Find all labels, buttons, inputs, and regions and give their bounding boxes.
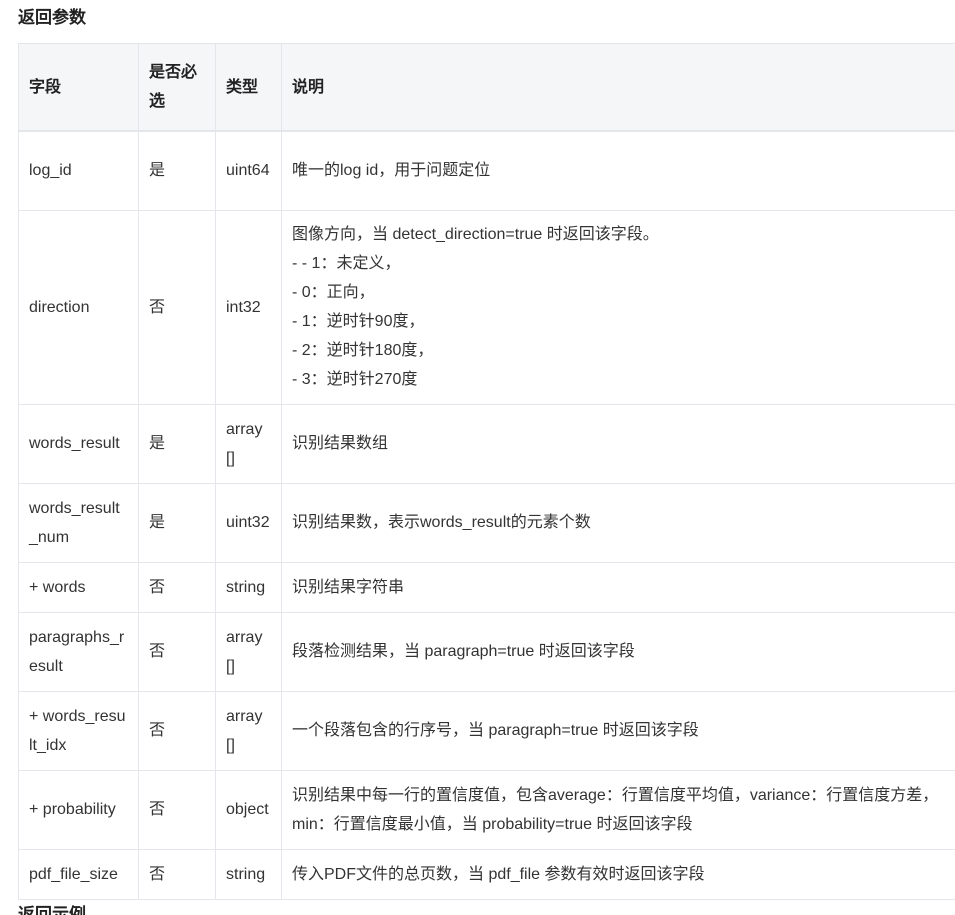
cell-description: 识别结果数，表示words_result的元素个数 (281, 482, 955, 563)
cell-type: array[] (215, 690, 282, 771)
cell-required: 是 (138, 403, 216, 484)
cell-field: words_result (18, 403, 139, 484)
cell-required: 否 (138, 690, 216, 771)
table-row: + words 否 string 识别结果字符串 (18, 561, 955, 613)
cell-required: 否 (138, 561, 216, 613)
cell-description: 段落检测结果，当 paragraph=true 时返回该字段 (281, 611, 955, 692)
table-row: direction 否 int32 图像方向，当 detect_directio… (18, 209, 955, 405)
cell-description: 图像方向，当 detect_direction=true 时返回该字段。 - -… (281, 209, 955, 405)
cell-field: log_id (18, 130, 139, 211)
header-type: 类型 (215, 43, 282, 132)
cell-type: uint64 (215, 130, 282, 211)
cell-type: uint32 (215, 482, 282, 563)
cell-field: pdf_file_size (18, 848, 139, 900)
description-line: - 2：逆时针180度， (292, 342, 434, 359)
description-line: - 0：正向， (292, 284, 375, 301)
cell-type: array[] (215, 403, 282, 484)
cell-field: + probability (18, 769, 139, 850)
cell-field: words_result_num (18, 482, 139, 563)
description-line: - 1：逆时针90度， (292, 313, 425, 330)
cell-type: object (215, 769, 282, 850)
description-line: - - 1：未定义， (292, 255, 401, 272)
cell-description: 识别结果数组 (281, 403, 955, 484)
cell-required: 否 (138, 209, 216, 405)
cell-description: 传入PDF文件的总页数，当 pdf_file 参数有效时返回该字段 (281, 848, 955, 900)
cell-required: 是 (138, 482, 216, 563)
cell-description: 唯一的log id，用于问题定位 (281, 130, 955, 211)
cell-required: 是 (138, 130, 216, 211)
cell-required: 否 (138, 769, 216, 850)
table-row: words_result 是 array[] 识别结果数组 (18, 403, 955, 484)
table-row: + words_result_idx 否 array[] 一个段落包含的行序号，… (18, 690, 955, 771)
page: 返回参数 字段 是否必选 类型 说明 log_id 是 uint64 唯一的lo… (0, 0, 955, 915)
cell-description: 识别结果字符串 (281, 561, 955, 613)
cell-required: 否 (138, 611, 216, 692)
cell-type: string (215, 561, 282, 613)
cell-type: array[] (215, 611, 282, 692)
next-section-title: 返回示例 (18, 905, 86, 915)
table-header-row: 字段 是否必选 类型 说明 (18, 43, 955, 132)
cell-field: paragraphs_result (18, 611, 139, 692)
cell-description: 识别结果中每一行的置信度值，包含average：行置信度平均值，variance… (281, 769, 955, 850)
cell-type: int32 (215, 209, 282, 405)
description-line: - 3：逆时针270度 (292, 371, 418, 388)
header-required: 是否必选 (138, 43, 216, 132)
cell-description: 一个段落包含的行序号，当 paragraph=true 时返回该字段 (281, 690, 955, 771)
table-row: paragraphs_result 否 array[] 段落检测结果，当 par… (18, 611, 955, 692)
cell-field: + words_result_idx (18, 690, 139, 771)
section-title: 返回参数 (18, 8, 86, 27)
return-params-table: 字段 是否必选 类型 说明 log_id 是 uint64 唯一的log id，… (18, 43, 955, 900)
description-line: 图像方向，当 detect_direction=true 时返回该字段。 (292, 226, 659, 243)
cell-field: + words (18, 561, 139, 613)
table-row: pdf_file_size 否 string 传入PDF文件的总页数，当 pdf… (18, 848, 955, 900)
cell-field: direction (18, 209, 139, 405)
table-row: words_result_num 是 uint32 识别结果数，表示words_… (18, 482, 955, 563)
header-description: 说明 (281, 43, 955, 132)
table-row: + probability 否 object 识别结果中每一行的置信度值，包含a… (18, 769, 955, 850)
header-field: 字段 (18, 43, 139, 132)
table-row: log_id 是 uint64 唯一的log id，用于问题定位 (18, 130, 955, 211)
cell-required: 否 (138, 848, 216, 900)
cell-type: string (215, 848, 282, 900)
